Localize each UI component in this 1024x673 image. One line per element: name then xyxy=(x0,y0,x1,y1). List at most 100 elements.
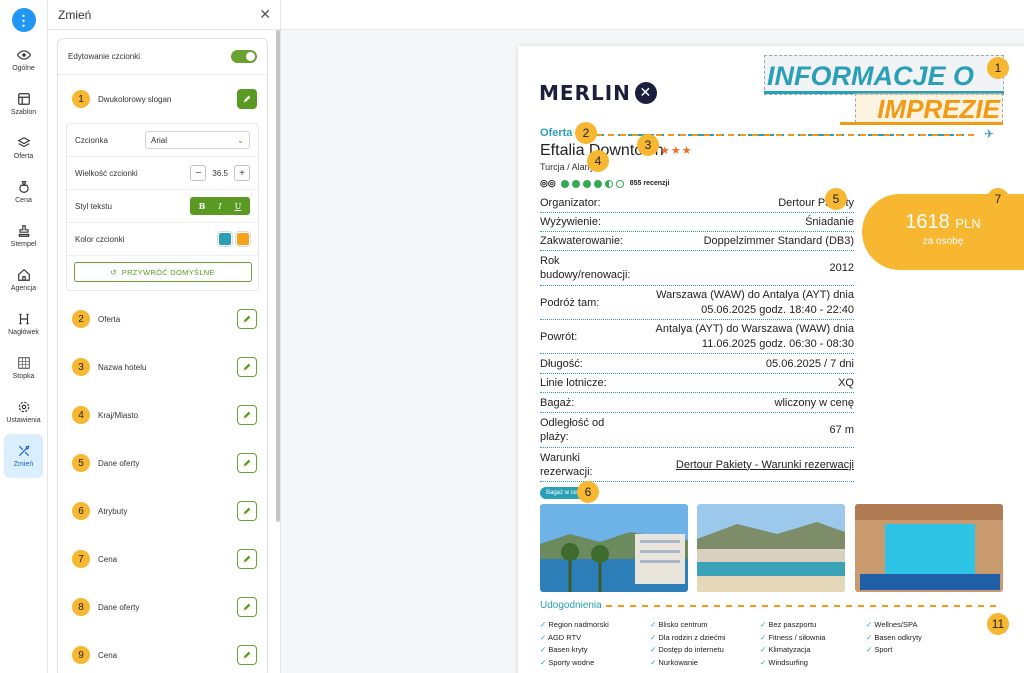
list-item: 8 Dane oferty xyxy=(58,583,267,631)
menu-dots-icon[interactable]: ⋮ xyxy=(11,8,36,32)
rail-label: Cena xyxy=(15,197,32,204)
edit-button[interactable] xyxy=(237,309,257,329)
slogan-line-2[interactable]: IMPREZIE xyxy=(855,93,1003,124)
edit-button[interactable] xyxy=(237,501,257,521)
pencil-icon xyxy=(243,603,251,611)
increase-button[interactable]: + xyxy=(234,165,250,181)
tripadvisor-rating: ◎◎ 855 recenzji xyxy=(540,178,669,189)
detail-key: Zakwaterowanie: xyxy=(540,235,624,247)
hotel-photo-2 xyxy=(697,504,845,592)
reset-wrap: ↺ PRZYWRÓĆ DOMYŚLNE xyxy=(67,256,258,290)
item-number: 1 xyxy=(72,90,90,108)
edit-button[interactable] xyxy=(237,357,257,377)
detail-key: Odległość od plaży: xyxy=(540,417,605,443)
rail-item-oferta[interactable]: Oferta xyxy=(0,126,47,170)
rail-item-ustawienia[interactable]: Ustawienia xyxy=(0,390,47,434)
font-edit-row: Edytowanie czcionki xyxy=(58,39,267,75)
amenity: Basen odkryty xyxy=(866,632,922,645)
panel-scrollbar[interactable] xyxy=(276,30,280,522)
detail-value: Śniadanie xyxy=(805,216,854,228)
item-label: Kraj/Miasto xyxy=(98,410,139,420)
rail-item-stopka[interactable]: Stopka xyxy=(0,346,47,390)
list-item: 3 Nazwa hotelu xyxy=(58,343,267,391)
font-select[interactable]: Arial ⌄ xyxy=(145,131,250,149)
amenity: AGD RTV xyxy=(540,632,609,645)
rating-dot xyxy=(582,179,591,188)
color-swatch-1[interactable] xyxy=(218,232,232,246)
rail-item-ogolne[interactable]: Ogólne xyxy=(0,38,47,82)
color-swatch-2[interactable] xyxy=(236,232,250,246)
item-number: 2 xyxy=(72,310,90,328)
reset-defaults-button[interactable]: ↺ PRZYWRÓĆ DOMYŚLNE xyxy=(73,262,252,282)
rail-label: Agencja xyxy=(10,285,37,292)
booking-terms-link[interactable]: Dertour Pakiety - Warunki rezerwacji xyxy=(676,459,854,471)
hotel-stars: ★★★ xyxy=(660,145,693,157)
edit-button[interactable] xyxy=(237,89,257,109)
reset-icon: ↺ xyxy=(110,267,117,277)
amenity: Windsurfing xyxy=(760,657,825,670)
list-item: 1 Dwukolorowy slogan xyxy=(58,75,267,123)
offer-divider-accent xyxy=(578,134,974,136)
font-edit-label: Edytowanie czcionki xyxy=(68,52,141,61)
rail-item-agencja[interactable]: Agencja xyxy=(0,258,47,302)
detail-row: Powrót: Antalya (AYT) do Warszawa (WAW) … xyxy=(540,320,854,354)
rail-item-naglowek[interactable]: Nagłówek xyxy=(0,302,47,346)
detail-row: Długość: 05.06.2025 / 7 dni xyxy=(540,354,854,374)
edit-button[interactable] xyxy=(237,405,257,425)
color-label: Kolor czcionki xyxy=(75,234,125,244)
pencil-icon xyxy=(243,95,251,103)
hotel-photo-1 xyxy=(540,504,688,592)
detail-row: Odległość od plaży: 67 m xyxy=(540,413,854,448)
decrease-button[interactable]: − xyxy=(190,165,207,181)
offer-details[interactable]: Organizator: Dertour Pakiety Wyżywienie:… xyxy=(540,193,854,482)
edit-button[interactable] xyxy=(237,549,257,569)
pencil-icon xyxy=(243,411,251,419)
font-edit-toggle[interactable] xyxy=(231,50,257,63)
edit-button[interactable] xyxy=(237,645,257,665)
color-swatches xyxy=(218,232,250,246)
slogan-line-1[interactable]: INFORMACJE O xyxy=(764,55,1004,95)
amenities-column-2: Blisko centrum Dla rodzin z dziećmi Dost… xyxy=(650,619,725,669)
amenities-title[interactable]: Udogodnienia xyxy=(540,600,602,611)
panel-header: Zmień ✕ xyxy=(48,0,280,30)
detail-row: Wyżywienie: Śniadanie xyxy=(540,213,854,232)
close-icon[interactable]: ✕ xyxy=(259,6,271,23)
list-item: 9 Cena xyxy=(58,631,267,673)
rail-item-zmien[interactable]: Zmień xyxy=(4,434,43,478)
rail-item-cena[interactable]: Cena xyxy=(0,170,47,214)
item-number: 5 xyxy=(72,454,90,472)
nav-rail: ⋮ Ogólne Szablon Oferta Cena Stempel Age… xyxy=(0,0,48,673)
detail-row: Linie lotnicze: XQ xyxy=(540,374,854,393)
layout-icon xyxy=(17,93,30,105)
detail-row: Organizator: Dertour Pakiety xyxy=(540,193,854,213)
item-label: Cena xyxy=(98,650,118,660)
amenity: Sporty wodne xyxy=(540,657,609,670)
detail-value: Antalya (AYT) do Warszawa (WAW) dnia 11.… xyxy=(655,322,854,350)
edit-button[interactable] xyxy=(237,597,257,617)
review-count: 855 recenzji xyxy=(629,180,670,187)
section-badge-hotel: 3 xyxy=(637,134,659,156)
item-label: Atrybuty xyxy=(98,506,128,516)
section-badge-price: 7 xyxy=(987,188,1009,210)
plane-icon: ✈ xyxy=(984,127,995,141)
section-badge-offer: 2 xyxy=(575,122,597,144)
rail-item-szablon[interactable]: Szablon xyxy=(0,82,47,126)
detail-key: Podróż tam: xyxy=(540,296,600,309)
bold-button[interactable]: B xyxy=(194,199,210,213)
item-number: 8 xyxy=(72,598,90,616)
amenity: Dla rodzin z dziećmi xyxy=(650,632,725,645)
edit-button[interactable] xyxy=(237,453,257,473)
eye-icon xyxy=(16,50,31,60)
underline-button[interactable]: U xyxy=(230,199,246,213)
detail-key: Bagaż: xyxy=(540,396,575,409)
italic-button[interactable]: I xyxy=(212,199,228,213)
money-bag-icon xyxy=(18,181,29,193)
amenity: Klimatyzacja xyxy=(760,644,825,657)
layers-icon xyxy=(17,137,30,148)
section-badge-amenities: 11 xyxy=(987,613,1009,635)
text-style-group: B I U xyxy=(190,197,250,215)
rail-item-stempel[interactable]: Stempel xyxy=(0,214,47,258)
offer-section-title[interactable]: Oferta xyxy=(540,127,572,139)
amenities-column-4: Wellnes/SPA Basen odkryty Sport xyxy=(866,619,922,657)
amenity: Sport xyxy=(866,644,922,657)
